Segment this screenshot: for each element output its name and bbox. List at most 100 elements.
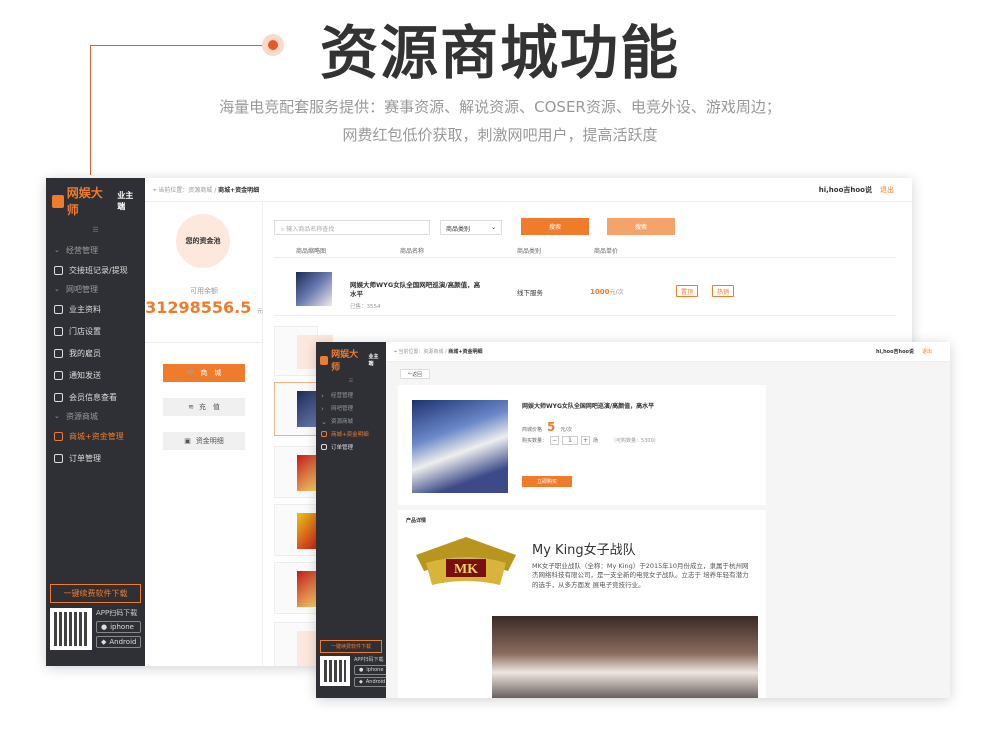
sidebar-item-mall-funds[interactable]: 商城+资金管理 xyxy=(46,425,145,447)
sidebar-nav: ⌄ 经营管理 交接班记录/提现 ⌄ 网吧管理 业主资料 门店设置 我的雇员 通知发送… xyxy=(46,242,145,469)
download-button[interactable]: 一键续费软件下载 xyxy=(320,640,382,653)
sidebar-item-owner-profile[interactable]: 业主资料 xyxy=(46,298,145,320)
fund-pool-badge: 您的资金池 xyxy=(176,214,230,268)
hot-button[interactable]: 热销 xyxy=(712,285,735,297)
qty-unit: 场 xyxy=(593,438,599,444)
user-area: hi,hoo吉hoo说 退出 xyxy=(819,185,894,195)
nav-label: 资源商城 xyxy=(331,418,354,425)
decor-dot xyxy=(262,34,284,56)
back-button[interactable]: ← 返回 xyxy=(400,369,430,379)
user-name: hi,hoo吉hoo说 xyxy=(818,185,872,194)
pin-button[interactable]: 置顶 xyxy=(676,285,699,297)
table-row[interactable]: 网娱大师WYG女队全国网吧巡演/高颜值，高水平 已售：3554 线下服务 100… xyxy=(274,264,896,316)
quantity-stepper: 购买数量： − 1 + 场 （可购数量：5300） xyxy=(522,436,659,445)
search-button[interactable]: 搜索 xyxy=(521,218,589,235)
iphone-button[interactable]: ● iphone xyxy=(96,621,142,633)
nav-group-mall[interactable]: ⌄ 资源商城 xyxy=(46,408,145,425)
decor-line xyxy=(90,45,270,46)
sidebar-item-members[interactable]: 会员信息查看 xyxy=(46,386,145,408)
nav-group-cafe[interactable]: ⌄ 网吧管理 xyxy=(46,281,145,298)
logo-text: 网娱大师 xyxy=(331,350,359,373)
breadcrumb-current: 商城+资金明细 xyxy=(448,349,483,355)
price-line: 商城价格 5 元/次 xyxy=(522,420,572,434)
fund-detail-button[interactable]: ▣ 资金明细 xyxy=(163,432,245,450)
logout-link[interactable]: 退出 xyxy=(880,186,894,194)
back-label: 返回 xyxy=(412,371,423,378)
android-label: Android xyxy=(109,638,137,646)
staff-icon xyxy=(54,348,63,358)
category-select[interactable]: 商品类别 ⌄ xyxy=(440,220,502,235)
nav-group-operations[interactable]: ⌄ 经营管理 xyxy=(46,242,145,259)
android-icon: ◆ xyxy=(359,679,363,685)
balance-unit: 元 xyxy=(256,308,263,315)
top-bar: ⌖ 当前位置：资源商城 / 商城+资金明细 hi,hoo吉hoo说 退出 xyxy=(145,178,912,202)
app-download: APP扫码下载 ● iphone ◆ Android xyxy=(320,656,391,687)
chevron-down-icon: ⌄ xyxy=(321,417,327,426)
user-type: 业主端 xyxy=(368,354,379,367)
app-download: APP扫码下载 ● iphone ◆ Android xyxy=(50,608,142,650)
qty-minus-button[interactable]: − xyxy=(550,436,560,445)
iphone-label: iphone xyxy=(366,667,384,673)
qty-plus-button[interactable]: + xyxy=(581,436,591,445)
col-name: 商品名称 xyxy=(400,248,425,255)
nav-label: 交接班记录/提现 xyxy=(69,265,128,275)
recharge-button-label: 充 值 xyxy=(198,403,220,411)
top-bar: ⌖ 当前位置：资源商城 / 商城+资金明细 hi,hoo吉hoo说 退出 xyxy=(386,342,950,362)
nav-group-operations[interactable]: › 经营管理 xyxy=(316,388,386,401)
apple-icon: ● xyxy=(101,623,108,631)
available-label: 可用余额 xyxy=(190,287,218,295)
sidebar-item-handover[interactable]: 交接班记录/提现 xyxy=(46,259,145,281)
sidebar-item-orders[interactable]: 订单管理 xyxy=(316,440,386,453)
price-label: 商城价格 xyxy=(522,427,543,433)
qty-input[interactable]: 1 xyxy=(562,436,579,445)
sidebar-item-mall-funds[interactable]: 商城+资金明细 xyxy=(316,427,386,440)
nav-label: 业主资料 xyxy=(69,304,101,314)
recharge-button[interactable]: ≋ 充 值 xyxy=(163,398,245,416)
download-button[interactable]: 一键续费软件下载 xyxy=(50,584,141,603)
chevron-down-icon: ⌄ xyxy=(54,285,60,293)
sidebar-item-staff[interactable]: 我的雇员 xyxy=(46,342,145,364)
nav-label: 订单管理 xyxy=(69,453,101,463)
product-name: 网娱大师WYG女队全国网吧巡演/高颜值，高水平 xyxy=(522,403,655,410)
sidebar-item-orders[interactable]: 订单管理 xyxy=(46,447,145,469)
fund-panel: 您的资金池 可用余额 31298556.5 元 🛒 商 城 ≋ 充 值 ▣ 资金明细 xyxy=(145,202,263,666)
iphone-button[interactable]: ● iphone xyxy=(354,665,391,675)
qr-code xyxy=(50,608,92,650)
user-area: hi,hoo吉hoo说 退出 xyxy=(876,348,932,355)
sidebar-item-notify[interactable]: 通知发送 xyxy=(46,364,145,386)
nav-label: 网吧管理 xyxy=(66,285,98,294)
nav-group-cafe[interactable]: › 网吧管理 xyxy=(316,401,386,414)
android-button[interactable]: ◆ Android xyxy=(96,636,142,648)
collapse-icon[interactable]: ☰ xyxy=(316,378,386,384)
iphone-label: iphone xyxy=(110,623,134,631)
product-thumbnail xyxy=(297,455,317,491)
product-name[interactable]: 网娱大师WYG女队全国网吧巡演/高颜值，高水平 xyxy=(350,281,486,299)
sidebar-item-store-settings[interactable]: 门店设置 xyxy=(46,320,145,342)
page-subtitle-2: 网费红包低价获取，刺激网吧用户，提高活跃度 xyxy=(342,126,658,144)
buy-now-button[interactable]: 立即购买 xyxy=(522,476,572,487)
user-name: hi,hoo吉hoo说 xyxy=(875,349,914,355)
android-button[interactable]: ◆ Android xyxy=(354,677,391,687)
logo-icon xyxy=(320,355,329,365)
order-icon xyxy=(54,453,63,463)
nav-label: 资源商城 xyxy=(66,412,98,421)
col-thumb: 商品缩略图 xyxy=(296,248,327,255)
collapse-icon[interactable]: ☰ xyxy=(46,226,145,234)
nav-label: 门店设置 xyxy=(69,326,101,336)
mall-button[interactable]: 🛒 商 城 xyxy=(163,364,245,382)
category-value: 商品类别 xyxy=(446,226,471,233)
search-button-2[interactable]: 搜索 xyxy=(607,218,675,235)
list-item xyxy=(274,382,318,436)
product-category: 线下服务 xyxy=(517,289,543,297)
nav-group-mall[interactable]: ⌄ 资源商城 xyxy=(316,414,386,427)
list-item xyxy=(274,504,318,556)
product-thumbnail xyxy=(297,391,317,427)
android-icon: ◆ xyxy=(101,638,107,646)
page-title: 资源商城功能 xyxy=(319,19,680,87)
user-icon xyxy=(54,304,63,314)
logout-link[interactable]: 退出 xyxy=(922,349,932,355)
mall-icon xyxy=(321,430,327,437)
search-input[interactable]: ⌕ 输入商品名称查找 xyxy=(274,220,430,235)
android-label: Android xyxy=(365,679,386,685)
price-unit: 元/次 xyxy=(560,427,573,433)
